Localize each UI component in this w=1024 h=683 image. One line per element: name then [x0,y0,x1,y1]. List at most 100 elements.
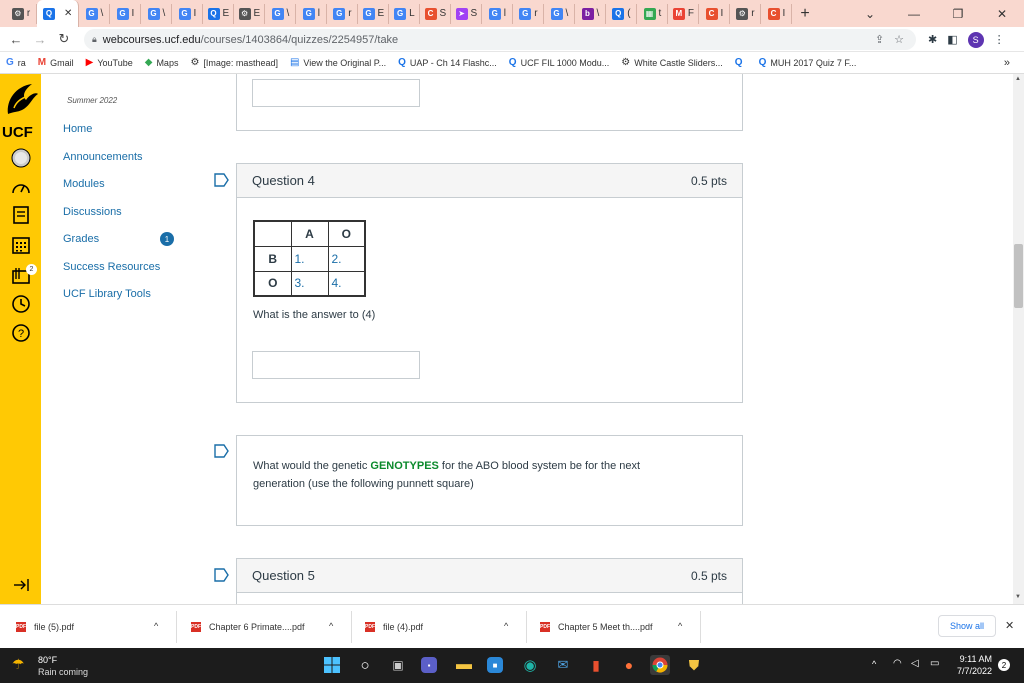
edge-icon[interactable]: ◉ [520,655,540,675]
volume-icon[interactable]: ◁ [911,658,919,669]
browser-tab[interactable]: CI [699,3,731,24]
course-nav-modules[interactable]: Modules [63,178,105,190]
close-tab-icon[interactable]: ✕ [64,8,72,19]
browser-tab[interactable]: b \ [575,3,607,24]
back-button[interactable]: ← [4,32,28,47]
browser-tab[interactable]: Gl [482,3,514,24]
show-all-downloads-button[interactable]: Show all [938,615,996,637]
browser-tab[interactable]: ▦ t [637,3,669,24]
browser-tab[interactable]: G \ [79,3,111,24]
minimize-button[interactable]: — [892,7,936,21]
teams-chat-icon[interactable]: ▪ [421,657,437,673]
collapse-nav-icon[interactable] [10,574,31,595]
profile-avatar[interactable]: S [967,31,984,48]
browser-tab[interactable]: Q ✕ [37,0,80,27]
close-window-button[interactable]: ✕ [980,7,1024,21]
course-nav-home[interactable]: Home [63,123,92,135]
office-icon[interactable]: ▮ [586,655,606,675]
nav-history-icon[interactable] [10,293,31,314]
flag-question-icon[interactable] [214,173,230,187]
bookmark-item[interactable]: Q UCF FIL 1000 Modu... [503,57,616,68]
bookmark-star-icon[interactable]: ☆ [894,33,904,46]
bookmark-item[interactable]: Q UAP - Ch 14 Flashc... [392,57,503,68]
browser-menu-icon[interactable]: ⋮ [994,33,1005,46]
bookmark-item[interactable]: ▤ View the Original P... [284,57,392,68]
new-tab-button[interactable]: + [800,5,809,23]
page-scrollbar[interactable]: ▲ ▼ [1013,74,1024,604]
reload-button[interactable]: ↻ [52,31,76,47]
bookmark-item[interactable]: ▶ YouTube [80,57,139,68]
download-options-icon[interactable]: ^ [329,621,333,631]
browser-tab[interactable]: CS [420,3,452,24]
tab-search-icon[interactable]: ⌄ [848,7,892,21]
start-button-icon[interactable] [322,655,342,675]
side-panel-icon[interactable]: ◧ [947,33,957,46]
download-options-icon[interactable]: ^ [504,621,508,631]
weather-temp[interactable]: 80°F [38,655,57,665]
course-nav-discussions[interactable]: Discussions [63,206,122,218]
course-nav-announcements[interactable]: Announcements [63,151,143,163]
browser-tab[interactable]: ⚙ r [6,3,37,24]
battery-icon[interactable]: ▭ [930,658,939,669]
url-bar[interactable]: 🔒︎ webcourses.ucf.edu/courses/1403864/qu… [84,29,916,50]
restore-button[interactable]: ❐ [936,7,980,21]
nav-calendar-icon[interactable] [10,234,31,255]
firefox-icon[interactable]: ● [619,655,639,675]
browser-tab[interactable]: G \ [544,3,576,24]
download-item[interactable]: PDF Chapter 5 Meet th....pdf [540,617,653,637]
bookmark-item[interactable]: ⚙ White Castle Sliders... [615,57,729,68]
browser-tab[interactable]: MF [668,3,700,24]
download-item[interactable]: PDF file (5).pdf [16,617,74,637]
download-item[interactable]: PDF file (4).pdf [365,617,423,637]
bookmark-item[interactable]: ⚙ [Image: masthead] [184,57,284,68]
weather-icon[interactable]: ☂ [12,656,25,673]
browser-tab[interactable]: Gr [327,3,359,24]
bookmark-item[interactable]: ◆ Maps [139,57,185,68]
browser-tab[interactable]: QE [203,3,235,24]
browser-tab[interactable]: CI [761,3,793,24]
mail-icon[interactable]: ✉ [553,655,573,675]
bookmark-item[interactable]: Q MUH 2017 Quiz 7 F... [753,57,863,68]
browser-tab[interactable]: Gr [513,3,545,24]
browser-tab[interactable]: G \ [265,3,297,24]
notification-badge[interactable]: 2 [998,659,1010,671]
bookmarks-overflow-icon[interactable]: » [1004,57,1010,69]
course-nav-library-tools[interactable]: UCF Library Tools [63,288,151,300]
nav-help-icon[interactable]: ? [10,322,31,343]
course-nav-grades[interactable]: Grades [63,233,99,245]
nav-courses-icon[interactable] [10,204,31,225]
extensions-puzzle-icon[interactable]: ✱ [928,33,937,46]
bookmark-item[interactable]: Q [729,57,753,68]
forward-button[interactable]: → [28,32,52,47]
scroll-up-icon[interactable]: ▲ [1015,76,1021,82]
flag-question-icon[interactable] [214,568,230,582]
bookmark-item[interactable]: Gra [0,57,32,68]
task-view-icon[interactable]: ▣ [388,655,408,675]
browser-tab[interactable]: GL [389,3,421,24]
file-explorer-icon[interactable]: ▬ [454,655,474,675]
clock-date[interactable]: 7/7/2022 [952,666,992,676]
nav-dashboard-icon[interactable] [10,176,31,197]
course-nav-success-resources[interactable]: Success Resources [63,261,160,273]
tray-overflow-icon[interactable]: ^ [872,659,876,669]
download-item[interactable]: PDF Chapter 6 Primate....pdf [191,617,305,637]
browser-tab[interactable]: GI [110,3,142,24]
question-4-answer-input[interactable] [252,351,420,379]
close-downloads-icon[interactable]: ✕ [1005,619,1014,632]
norton-shield-icon[interactable]: ⛊ [684,655,704,675]
clock-time[interactable]: 9:11 AM [952,654,992,664]
flag-question-icon[interactable] [214,444,230,458]
previous-answer-input[interactable] [252,79,420,107]
browser-tab[interactable]: ➤ S [451,3,483,24]
scroll-thumb[interactable] [1014,244,1023,308]
nav-account-icon[interactable] [10,147,31,168]
weather-desc[interactable]: Rain coming [38,667,88,677]
browser-tab[interactable]: ⚙ E [234,3,266,24]
browser-tab[interactable]: Q( [606,3,638,24]
search-icon[interactable]: ○ [355,655,375,675]
download-options-icon[interactable]: ^ [154,621,158,631]
download-options-icon[interactable]: ^ [678,621,682,631]
browser-tab[interactable]: GI [172,3,204,24]
wifi-icon[interactable]: ◠ [893,658,902,669]
share-icon[interactable]: ⇪ [875,33,884,46]
